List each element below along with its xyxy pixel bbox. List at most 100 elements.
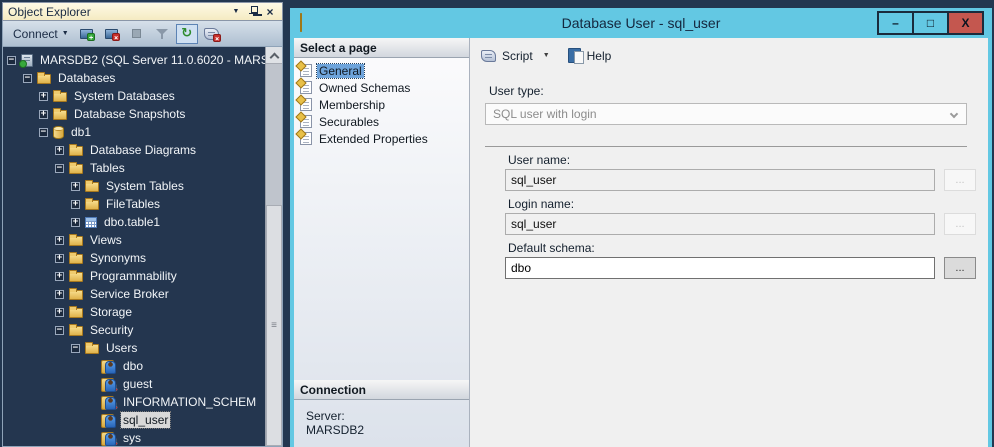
tree-item-label: Database Diagrams [88, 142, 198, 158]
tree-expander-icon[interactable]: + [55, 308, 64, 317]
user-name-input[interactable] [505, 169, 935, 191]
user-type-label: User type: [489, 84, 544, 98]
tree-item-sql-user[interactable]: sql_user [3, 411, 282, 429]
stop-button[interactable] [126, 24, 148, 44]
tree-item-label: MARSDB2 (SQL Server 11.0.6020 - MARSD [38, 52, 279, 68]
tree-item-label: Storage [88, 304, 134, 320]
scrollbar-thumb[interactable]: ≡ [266, 205, 282, 446]
tree-item-label: Views [88, 232, 124, 248]
tree-expander-icon[interactable]: − [7, 56, 16, 65]
script-button[interactable]: Script [502, 49, 533, 63]
default-schema-label: Default schema: [508, 241, 595, 255]
tree-item-label: Programmability [88, 268, 179, 284]
tree-item-users[interactable]: −Users [3, 339, 282, 357]
refresh-icon: ↻ [181, 27, 192, 40]
default-schema-input[interactable] [505, 257, 935, 279]
page-icon [300, 64, 312, 77]
user-icon [101, 359, 116, 373]
tree-item-marsdb2-sql-server-11-0-6020-marsd[interactable]: − MARSDB2 (SQL Server 11.0.6020 - MARSD [3, 51, 282, 69]
tree-item-system-databases[interactable]: +System Databases [3, 87, 282, 105]
tree-expander-icon[interactable]: + [55, 146, 64, 155]
page-item-owned-schemas[interactable]: Owned Schemas [296, 79, 467, 96]
user-type-combobox[interactable]: SQL user with login [485, 103, 967, 125]
minimize-button[interactable]: – [877, 11, 914, 35]
table-icon [85, 217, 97, 228]
filter-button[interactable] [151, 24, 173, 44]
connection-body: Server: MARSDB2 Connection: [294, 400, 469, 447]
red-arrow-icon: ↓ [111, 439, 119, 447]
default-schema-browse-button[interactable]: ... [944, 257, 976, 279]
tree-expander-icon[interactable]: + [55, 290, 64, 299]
select-a-page-pane: Select a page General Owned SchemasMember… [294, 38, 470, 447]
tree-expander-icon[interactable]: + [55, 236, 64, 245]
tree-item-label: dbo [121, 358, 145, 374]
tree-item-dbo[interactable]: dbo [3, 357, 282, 375]
tree-item-db1[interactable]: −db1 [3, 123, 282, 141]
tree-item-sys[interactable]: ↓sys [3, 429, 282, 447]
x-badge-icon: × [112, 33, 120, 41]
close-button[interactable]: X [947, 11, 984, 35]
tree-item-synonyms[interactable]: +Synonyms [3, 249, 282, 267]
tree-expander-icon[interactable]: + [39, 92, 48, 101]
connect-button[interactable]: Connect ▼ [9, 25, 73, 43]
tree-expander-icon[interactable]: − [23, 74, 32, 83]
login-name-browse-button[interactable]: ... [944, 213, 976, 235]
tree-expander-icon[interactable]: + [71, 182, 80, 191]
scroll-up-icon[interactable] [266, 47, 282, 64]
disconnect-server-button[interactable]: × [101, 24, 123, 44]
x-badge-icon: × [213, 34, 221, 42]
tree-item-service-broker[interactable]: +Service Broker [3, 285, 282, 303]
tree-item-filetables[interactable]: +FileTables [3, 195, 282, 213]
page-item-general[interactable]: General [296, 62, 467, 79]
dialog-titlebar[interactable]: Database User - sql_user – □ X [290, 8, 992, 38]
tree-item-programmability[interactable]: + Programmability [3, 267, 282, 285]
tree-expander-icon[interactable]: − [71, 344, 80, 353]
tree-expander-icon[interactable]: + [55, 272, 64, 281]
chevron-down-icon: ▼ [62, 30, 69, 37]
page-item-membership[interactable]: Membership [296, 96, 467, 113]
login-name-input[interactable] [505, 213, 935, 235]
page-item-securables[interactable]: Securables [296, 113, 467, 130]
page-item-extended-properties[interactable]: Extended Properties [296, 130, 467, 147]
script-options-button[interactable]: × [201, 24, 223, 44]
tree-item-guest[interactable]: ↓guest [3, 375, 282, 393]
tree-expander-icon[interactable]: − [55, 326, 64, 335]
dialog-main: Script ▼ Help User type: SQL user with l… [471, 38, 988, 447]
user-name-browse-button[interactable]: ... [944, 169, 976, 191]
refresh-button[interactable]: ↻ [176, 24, 198, 44]
user-name-label: User name: [508, 153, 570, 167]
select-a-page-header: Select a page [294, 38, 469, 58]
chevron-down-icon[interactable]: ▼ [543, 52, 550, 59]
tree-expander-icon[interactable]: + [55, 254, 64, 263]
tree-item-views[interactable]: + Views [3, 231, 282, 249]
help-button[interactable]: Help [587, 49, 612, 63]
tree-item-database-snapshots[interactable]: +Database Snapshots [3, 105, 282, 123]
tree-expander-icon[interactable]: − [39, 128, 48, 137]
tree-item-database-diagrams[interactable]: + Database Diagrams [3, 141, 282, 159]
window-position-icon[interactable]: ▼ [229, 5, 243, 19]
tree-item-databases[interactable]: −Databases [3, 69, 282, 87]
tree-item-dbo-table1[interactable]: +dbo.table1 [3, 213, 282, 231]
grip-icon: ≡ [271, 320, 277, 331]
tree-expander-icon[interactable]: + [39, 110, 48, 119]
page-item-label: Owned Schemas [317, 81, 412, 95]
tree-scrollbar[interactable]: ≡ [265, 47, 282, 446]
tree-expander-icon[interactable]: + [71, 218, 80, 227]
user-type-value: SQL user with login [493, 107, 597, 121]
server-label: Server: [306, 409, 469, 423]
object-explorer-titlebar: Object Explorer ▼ × [2, 2, 283, 21]
maximize-button[interactable]: □ [912, 11, 949, 35]
pin-icon[interactable] [246, 5, 260, 19]
tree-item-label: Security [88, 322, 135, 338]
tree-expander-icon[interactable]: − [55, 164, 64, 173]
tree-expander-icon[interactable]: + [71, 200, 80, 209]
connection-header: Connection [294, 380, 469, 400]
connect-server-button[interactable]: + [76, 24, 98, 44]
close-icon[interactable]: × [263, 5, 277, 19]
tree-item-system-tables[interactable]: +System Tables [3, 177, 282, 195]
pin-glyph [249, 6, 258, 17]
tree-item-storage[interactable]: + Storage [3, 303, 282, 321]
tree-item-tables[interactable]: −Tables [3, 159, 282, 177]
tree-item-security[interactable]: − Security [3, 321, 282, 339]
tree-item-information-schem[interactable]: ↓INFORMATION_SCHEM [3, 393, 282, 411]
